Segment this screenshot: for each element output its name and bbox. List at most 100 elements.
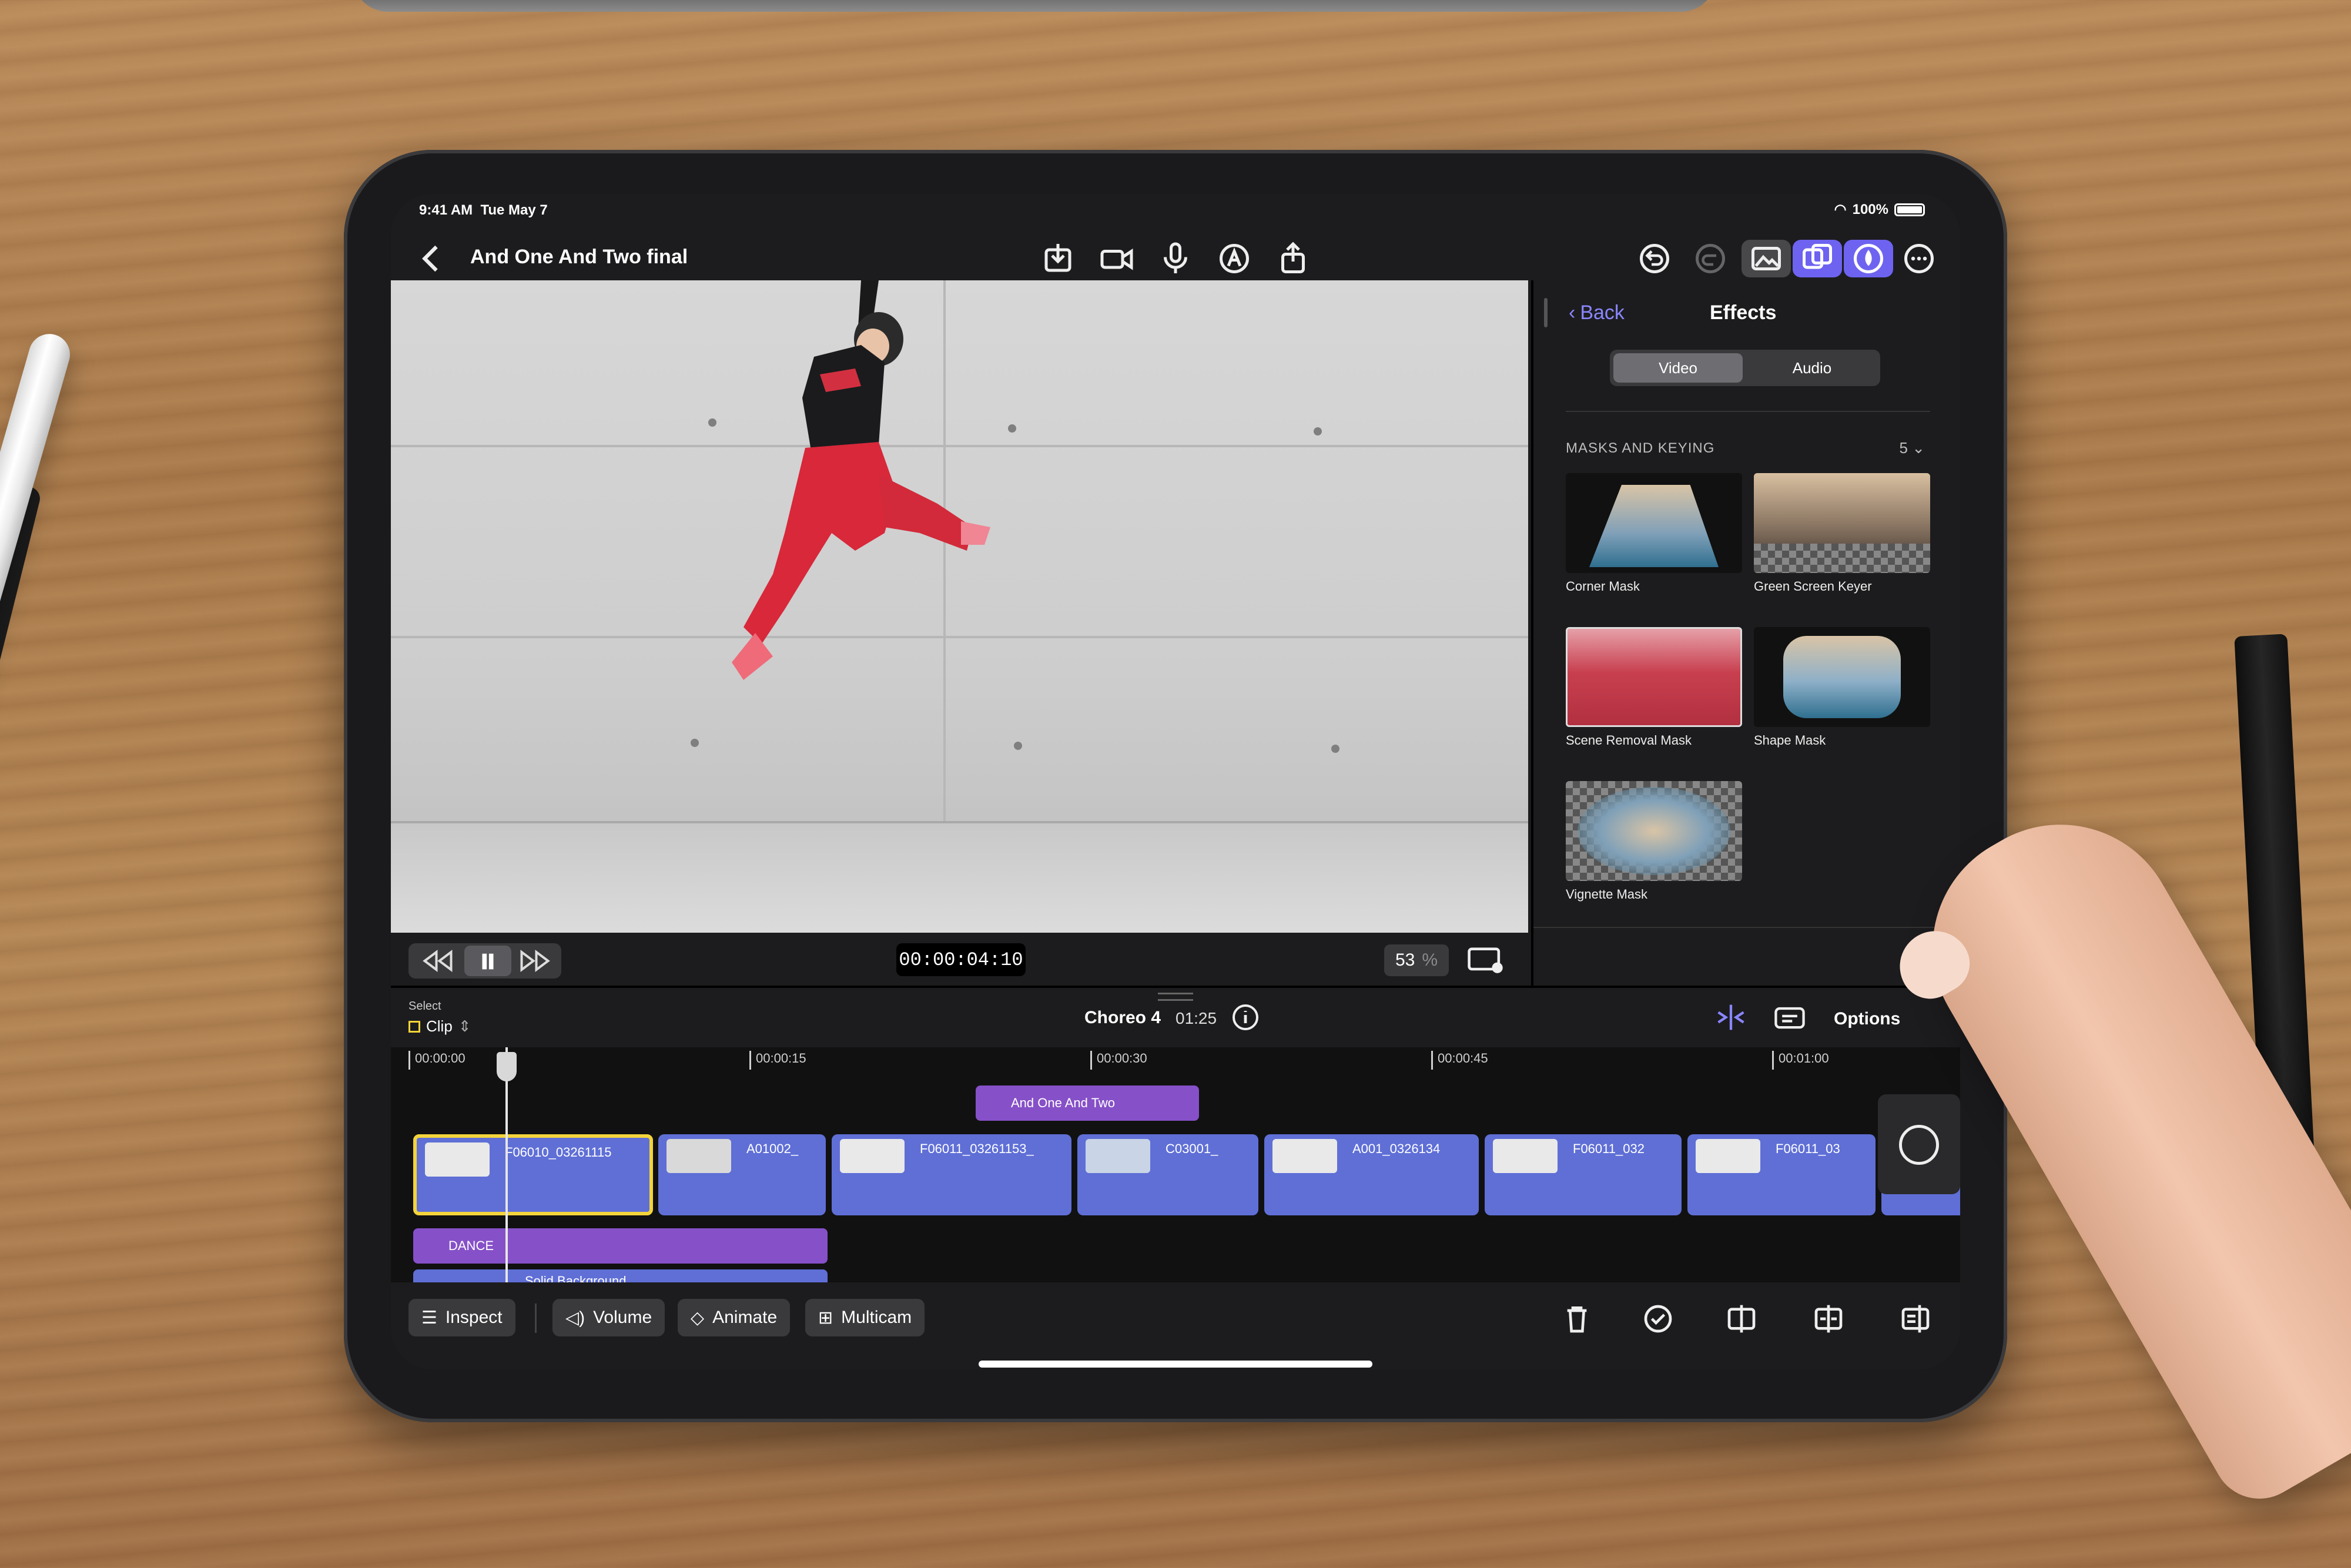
timeline-tracks: And One And Two F06010_03261115 A01002_ … <box>391 1047 1960 1293</box>
volume-button[interactable]: ◁) Volume <box>552 1299 665 1336</box>
top-toolbar: And One And Two final <box>391 229 1960 288</box>
resize-grabber[interactable] <box>1158 993 1193 1001</box>
select-mode-picker[interactable]: Clip ⇕ <box>408 1017 471 1036</box>
camera-icon[interactable] <box>1099 241 1134 276</box>
clip-select-icon <box>408 1020 420 1033</box>
jog-wheel-icon[interactable] <box>1899 1125 1939 1165</box>
clip-name: F06011_03261153_ <box>920 1141 1034 1156</box>
playhead-handle[interactable] <box>497 1052 517 1081</box>
trim-icon[interactable] <box>1899 1302 1932 1335</box>
connected-title-clip[interactable]: DANCE <box>413 1228 828 1264</box>
bottom-toolbar: ☰ Inspect ◁) Volume ◇ Animate ⊞ Multicam <box>391 1282 1960 1369</box>
jog-wheel-panel[interactable] <box>1878 1094 1960 1194</box>
effect-label: Vignette Mask <box>1566 887 1648 902</box>
effect-thumbnail <box>1566 627 1742 727</box>
project-title: And One And Two final <box>470 246 688 268</box>
dancer-figure <box>732 280 990 680</box>
rewind-icon[interactable] <box>420 949 456 973</box>
detach-audio-icon[interactable] <box>1812 1302 1845 1335</box>
animate-button[interactable]: ◇ Animate <box>678 1299 791 1336</box>
video-audio-segmented-control: Video Audio <box>1610 350 1880 386</box>
viewer-options-icon[interactable] <box>1466 944 1504 975</box>
effect-label: Corner Mask <box>1566 579 1640 594</box>
status-bar: 9:41 AM Tue May 7 ◠ 100% <box>391 194 1960 229</box>
primary-clip[interactable]: F06011_032 <box>1485 1134 1682 1215</box>
more-icon[interactable] <box>1901 241 1937 276</box>
select-label: Select <box>408 1000 441 1013</box>
clip-name: F06011_032 <box>1573 1141 1645 1156</box>
snapping-icon[interactable] <box>1713 1002 1749 1033</box>
section-count[interactable]: 5 ⌄ <box>1900 439 1925 457</box>
home-indicator[interactable] <box>979 1361 1372 1368</box>
effect-thumbnail <box>1754 473 1930 573</box>
effects-back-button[interactable]: ‹ Back <box>1569 301 1625 324</box>
fast-forward-icon[interactable] <box>517 949 552 973</box>
segment-video[interactable]: Video <box>1613 353 1743 383</box>
import-icon[interactable] <box>1040 241 1076 276</box>
wall-dot <box>1331 745 1339 753</box>
undo-icon[interactable] <box>1637 241 1672 276</box>
pause-icon[interactable] <box>473 950 503 973</box>
battery-percent: 100% <box>1852 201 1888 217</box>
primary-clip[interactable]: F06011_03 <box>1687 1134 1876 1215</box>
split-icon[interactable] <box>1725 1302 1758 1335</box>
share-icon[interactable] <box>1275 241 1311 276</box>
clip-thumbnail <box>667 1139 731 1173</box>
primary-clip[interactable]: A001_0326134 <box>1264 1134 1479 1215</box>
inspect-button[interactable]: ☰ Inspect <box>408 1299 515 1336</box>
panel-resize-handle[interactable] <box>1544 298 1548 327</box>
checkmark-circle-icon[interactable] <box>1642 1302 1674 1335</box>
ruler-label: 00:00:00 <box>408 1051 465 1070</box>
primary-clip[interactable]: F06011_03261153_ <box>832 1134 1071 1215</box>
effect-thumbnail <box>1754 627 1930 727</box>
status-time: 9:41 AM Tue May 7 <box>419 202 548 218</box>
speaker-icon: ◁) <box>565 1308 585 1328</box>
ipad-screen: 9:41 AM Tue May 7 ◠ 100% And One And Two… <box>391 194 1960 1369</box>
clip-appearance-icon[interactable] <box>1772 1002 1807 1033</box>
wall-dot <box>1314 427 1322 435</box>
info-icon[interactable] <box>1231 1003 1260 1031</box>
divider <box>1533 927 1960 928</box>
effect-green-screen-keyer[interactable]: Green Screen Keyer <box>1754 473 1930 594</box>
back-chevron-icon[interactable] <box>414 241 450 276</box>
wall-dot <box>1014 742 1022 750</box>
timeline-options-button[interactable]: Options <box>1834 1009 1900 1029</box>
primary-clip[interactable]: A01002_ <box>658 1134 826 1215</box>
battery-icon <box>1894 203 1925 216</box>
video-viewer[interactable] <box>391 280 1528 933</box>
multicam-button[interactable]: ⊞ Multicam <box>805 1299 925 1336</box>
effect-corner-mask[interactable]: Corner Mask <box>1566 473 1742 594</box>
section-header: MASKS AND KEYING <box>1566 440 1715 456</box>
zoom-control[interactable]: 53 % <box>1384 944 1449 976</box>
effects-browser-icon[interactable] <box>1800 241 1835 276</box>
photo-browser-icon[interactable] <box>1749 241 1784 276</box>
playhead[interactable] <box>505 1047 508 1282</box>
clip-name: A01002_ <box>746 1141 799 1156</box>
effect-scene-removal-mask[interactable]: Scene Removal Mask <box>1566 627 1742 748</box>
effects-panel-title: Effects <box>1710 301 1777 324</box>
primary-clip-selected[interactable]: F06010_03261115 <box>413 1134 653 1215</box>
multicam-icon: ⊞ <box>818 1308 833 1328</box>
title-clip[interactable]: And One And Two <box>976 1085 1199 1121</box>
effect-vignette-mask[interactable]: Vignette Mask <box>1566 781 1742 902</box>
ruler-label: 00:00:15 <box>749 1051 806 1070</box>
timeline-ruler[interactable]: 00:00:00 00:00:15 00:00:30 00:00:45 00:0… <box>391 1047 1960 1083</box>
clip-name: F06011_03 <box>1776 1141 1840 1156</box>
microphone-icon[interactable] <box>1158 241 1193 276</box>
effect-label: Shape Mask <box>1754 733 1826 748</box>
zoom-value: 53 <box>1395 950 1415 970</box>
effect-shape-mask[interactable]: Shape Mask <box>1754 627 1930 748</box>
delete-icon[interactable] <box>1560 1302 1593 1335</box>
redo-icon[interactable] <box>1693 241 1728 276</box>
primary-clip[interactable]: C03001_ <box>1077 1134 1258 1215</box>
segment-audio[interactable]: Audio <box>1747 353 1877 383</box>
effect-thumbnail <box>1566 781 1742 881</box>
updown-chevron-icon: ⇕ <box>458 1017 471 1035</box>
timecode-display[interactable]: 00:00:04:10 <box>896 943 1026 976</box>
color-icon[interactable] <box>1851 241 1886 276</box>
effects-panel: ‹ Back Effects Video Audio MASKS AND KEY… <box>1531 280 1960 986</box>
voiceover-icon[interactable] <box>1217 241 1252 276</box>
status-right: ◠ 100% <box>1834 201 1925 218</box>
clip-thumbnail <box>840 1139 905 1173</box>
timeline-duration: 01:25 <box>1176 1009 1217 1027</box>
